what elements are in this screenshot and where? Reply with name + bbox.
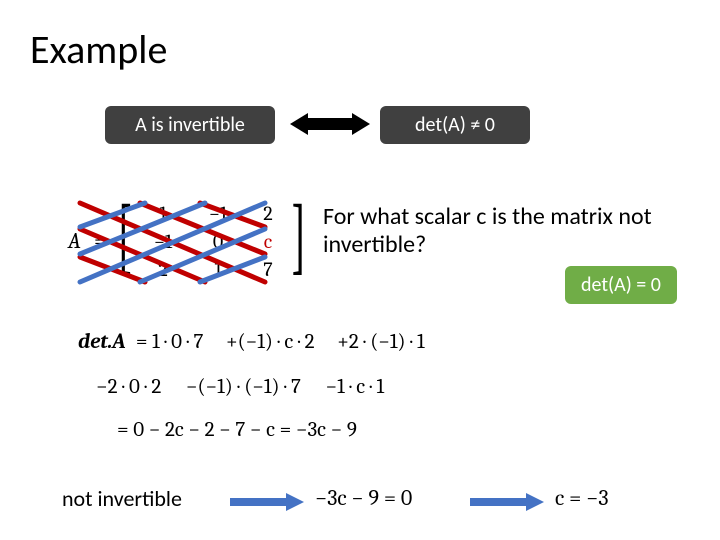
- box-a-invertible: A is invertible: [105, 106, 275, 144]
- calc-line-2: −2 · 0 · 2 −(−1) · (−1) · 7 −1 · c · 1: [96, 375, 384, 399]
- matrix-cell: 1: [138, 202, 188, 225]
- not-invertible-label: not invertible: [62, 485, 182, 512]
- matrix-cell: 7: [243, 258, 293, 281]
- matrix-cell: 2: [138, 258, 188, 281]
- matrix-eq: =: [94, 228, 106, 254]
- matrix-cell: 0: [193, 230, 243, 253]
- equation-2: c = −3: [555, 485, 608, 511]
- matrix-cell: 2: [243, 202, 293, 225]
- bracket-left-icon: [: [117, 194, 133, 278]
- matrix-a: A = [ ] 1 −1 2 −1 0 c 2 1 7: [68, 198, 298, 286]
- arrow-right-icon: [230, 493, 304, 511]
- bidirectional-arrow-icon: [290, 109, 370, 139]
- matrix-label: A: [68, 228, 81, 254]
- bracket-right-icon: ]: [291, 194, 307, 278]
- slide-title: Example: [30, 25, 167, 74]
- calc-line-1: det.A = 1 · 0 · 7 +(−1) · c · 2 +2 · (−1…: [78, 330, 425, 354]
- box-det-zero: det(A) = 0: [565, 266, 677, 304]
- matrix-cell-c: c: [243, 230, 293, 253]
- calc-line-3: = 0 − 2c − 2 − 7 − c = −3c − 9: [117, 418, 357, 442]
- matrix-cell: −1: [193, 202, 243, 225]
- matrix-cell: 1: [193, 258, 243, 281]
- box-det-nonzero: det(A) ≠ 0: [380, 106, 530, 144]
- arrow-right-icon: [470, 493, 544, 511]
- equation-1: −3c − 9 = 0: [315, 485, 412, 511]
- matrix-cell: −1: [138, 230, 188, 253]
- question-text: For what scalar c is the matrix not inve…: [323, 203, 663, 258]
